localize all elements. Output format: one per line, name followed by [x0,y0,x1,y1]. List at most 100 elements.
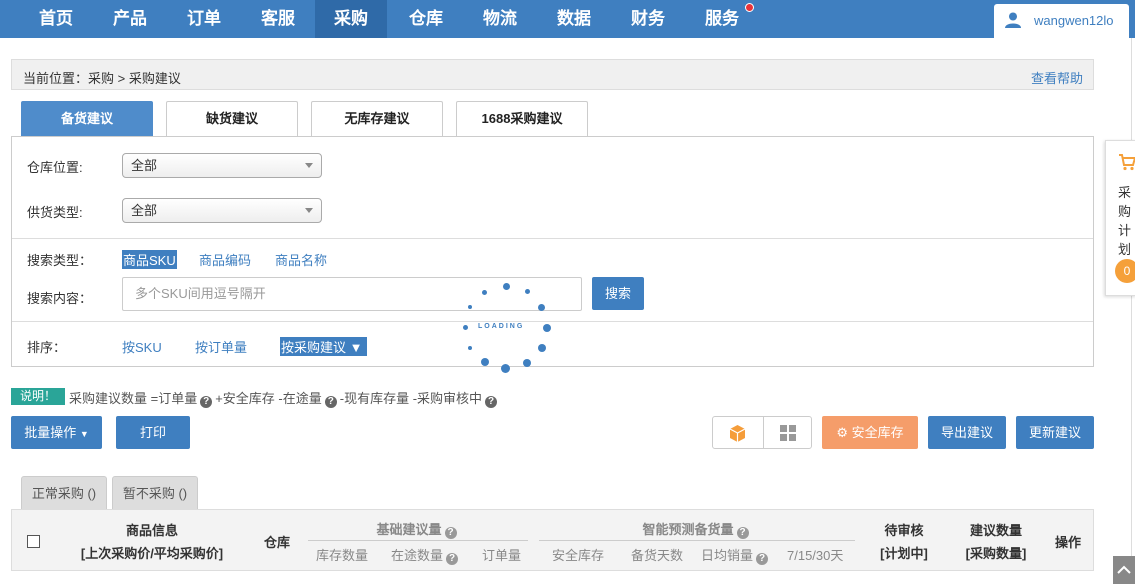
search-type-sku[interactable]: 商品SKU [122,250,177,269]
loading-spinner: LOADING [458,278,554,378]
sort-label: 排序： [27,340,67,355]
help-icon[interactable]: ? [324,396,337,408]
gear-icon: ⚙ [836,425,848,440]
batch-actions-button[interactable]: 批量操作 ▼ [11,416,102,449]
col-operation: 操作 [1054,535,1081,550]
col-pending: 待审核 [884,523,924,538]
table-header: 商品信息 [上次采购价/平均采购价] 仓库 基础建议量? 库存数量 在途数量? … [11,509,1094,571]
col-group-smart: 智能预测备货量? [539,519,855,539]
search-type-code[interactable]: 商品编码 [199,250,251,269]
export-button[interactable]: 导出建议 [928,416,1006,449]
grid-view-icon[interactable] [779,424,797,442]
col-pending-sub: [计划中] [880,546,928,561]
spinner-dot [543,324,551,332]
user-icon [1005,12,1021,28]
nav-item-home[interactable]: 首页 [19,0,93,38]
col-stock-qty: 库存数量 [316,548,369,563]
tab-no-stock-suggestion[interactable]: 无库存建议 [311,101,443,137]
spinner-dot [525,289,530,294]
divider [12,238,1093,239]
col-safety-stock: 安全库存 [552,548,605,563]
col-stock-days: 备货天数 [631,548,684,563]
search-button[interactable]: 搜索 [592,277,644,310]
nav-item-warehouse[interactable]: 仓库 [389,0,463,38]
col-product-info: 商品信息 [125,523,178,538]
col-suggest-qty-sub: [采购数量] [965,546,1027,561]
spinner-dot [501,364,510,373]
spinner-dot [523,359,531,367]
notice-tag: 说明！ [11,388,65,405]
col-group-smart-label: 智能预测备货量 [642,522,734,537]
breadcrumb-text: 当前位置：采购 > 采购建议 [23,71,181,86]
subtab-paused[interactable]: 暂不采购 () [112,476,198,510]
nav-item-data[interactable]: 数据 [537,0,611,38]
help-icon[interactable]: ? [756,553,769,565]
spinner-dot [503,283,510,290]
col-daily-sales-label: 日均销量 [701,548,754,563]
help-icon[interactable]: ? [446,553,459,565]
col-group-basic-label: 基础建议量 [376,522,442,537]
col-transit-qty-label: 在途数量 [391,548,444,563]
tab-stock-suggestion[interactable]: 备货建议 [21,101,153,137]
search-type-name[interactable]: 商品名称 [275,250,327,269]
spinner-dot [468,305,472,309]
supply-type-label: 供货类型: [27,205,83,220]
notification-dot [745,3,754,12]
box-view-icon[interactable] [728,424,747,443]
sort-by-order-qty[interactable]: 按订单量 [195,337,247,356]
nav-item-purchase[interactable]: 采购 [315,0,387,38]
sort-by-suggestion-label: 按采购建议 [281,340,347,355]
cart-icon [1119,154,1135,171]
nav-item-orders[interactable]: 订单 [167,0,241,38]
group-divider [539,540,855,541]
update-button[interactable]: 更新建议 [1016,416,1094,449]
nav-item-logistics[interactable]: 物流 [463,0,537,38]
spinner-dot [463,325,468,330]
help-link[interactable]: 查看帮助 [1031,68,1083,87]
col-product-info-sub: [上次采购价/平均采购价] [80,546,224,561]
print-button[interactable]: 打印 [116,416,190,449]
group-divider [308,540,528,541]
breadcrumb: 当前位置：采购 > 采购建议 查看帮助 [11,59,1094,90]
nav-item-service[interactable]: 客服 [241,0,315,38]
help-icon[interactable]: ? [200,396,213,408]
warehouse-label: 仓库位置: [27,160,83,175]
spinner-dot [482,290,487,295]
caret-down-icon: ▼ [79,429,89,439]
col-group-basic: 基础建议量? [308,519,528,539]
col-suggest-qty: 建议数量 [969,523,1022,538]
select-all-checkbox[interactable] [27,535,40,548]
safety-stock-button[interactable]: ⚙ 安全库存 [822,416,918,449]
chevron-down-icon [305,208,313,213]
purchase-plan-badge: 0 [1115,259,1135,283]
user-menu[interactable]: wangwen12lo [994,4,1129,38]
notice-part-3: -现有库存量 -采购审核中 [339,391,483,406]
warehouse-select[interactable]: 全部 [122,153,322,178]
tab-shortage-suggestion[interactable]: 缺货建议 [166,101,298,137]
sort-by-suggestion[interactable]: 按采购建议 ▼ [280,337,367,356]
right-border [1131,38,1132,558]
help-icon[interactable]: ? [444,527,457,539]
col-daily-sales: 日均销量? [701,545,771,565]
supply-type-select-value: 全部 [131,203,158,218]
purchase-plan-widget[interactable]: 采购计划 0 [1105,140,1135,296]
spinner-dot [538,344,546,352]
nav-item-products[interactable]: 产品 [93,0,167,38]
batch-actions-label: 批量操作 [24,425,77,440]
tab-1688-suggestion[interactable]: 1688采购建议 [456,101,588,137]
sort-by-sku[interactable]: 按SKU [122,337,162,356]
chevron-up-icon [1117,565,1131,574]
view-toggle [712,416,812,449]
help-icon[interactable]: ? [485,396,498,408]
search-type-label: 搜索类型： [27,253,93,268]
spinner-dot [538,304,545,311]
purchase-plan-text: 采购计划 [1118,185,1132,257]
col-warehouse: 仓库 [263,535,290,550]
scroll-top-button[interactable] [1113,556,1135,584]
nav-item-finance[interactable]: 财务 [611,0,685,38]
warehouse-select-value: 全部 [131,158,158,173]
subtab-normal[interactable]: 正常采购 () [21,476,107,510]
notice-text: 采购建议数量 =订单量? +安全库存 -在途量? -现有库存量 -采购审核中? [69,388,500,408]
supply-type-select[interactable]: 全部 [122,198,322,223]
help-icon[interactable]: ? [736,527,749,539]
